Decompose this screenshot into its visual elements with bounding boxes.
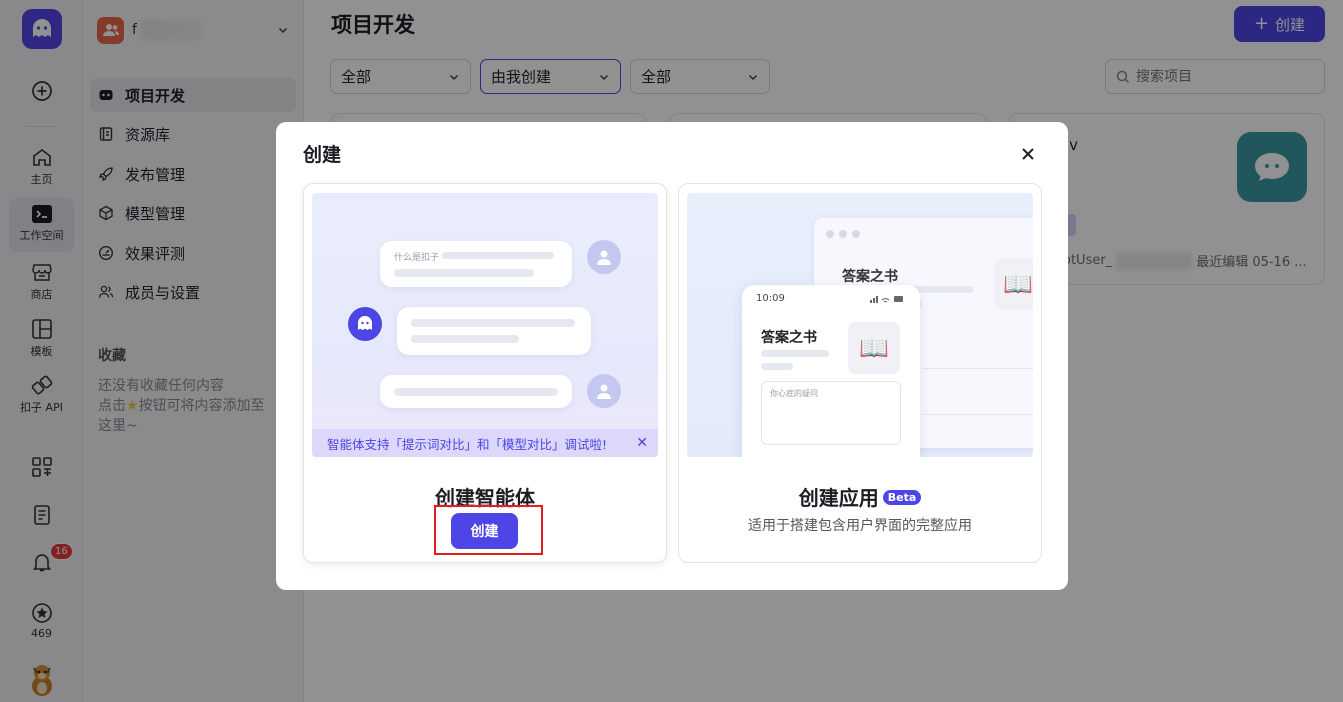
placeholder-bar [761,350,829,357]
window-dot [839,230,847,238]
phone-book-title: 答案之书 [761,330,817,346]
book-icon: 📖 [994,258,1033,310]
close-icon[interactable] [1016,142,1040,166]
chat-bubble [380,375,572,408]
bot-avatar-icon [348,307,382,341]
user-avatar-icon [587,240,621,274]
agent-illustration: 什么是扣子 智能体支持「提示词对比」和「模型对比」调试啦! ✕ [312,193,658,457]
create-app-description: 适用于搭建包含用户界面的完整应用 [748,518,972,534]
question-input-mock: 你心底的疑问 [761,381,901,445]
phone-time: 10:09 [756,293,785,304]
feature-tip-text: 智能体支持「提示词对比」和「模型对比」调试啦! [327,436,608,452]
chat-bubble [397,307,591,355]
create-app-option[interactable]: 答案之书 📖 10:09 答案之书 📖 你心底的疑问 创建应用 Beta 适用于搭… [678,183,1042,563]
status-bar-icons [870,296,903,303]
create-app-title: 创建应用 Beta [679,482,1041,511]
book-icon: 📖 [848,322,900,374]
create-app-title-text: 创建应用 [798,486,879,510]
placeholder-bar [411,319,575,327]
question-placeholder: 你心底的疑问 [770,389,818,398]
divider [922,414,1033,415]
chat-bubble: 什么是扣子 [380,241,572,287]
bubble-question: 什么是扣子 [394,253,440,263]
app-illustration: 答案之书 📖 10:09 答案之书 📖 你心底的疑问 [687,193,1033,457]
placeholder-bar [394,388,558,396]
dialog-title: 创建 [303,144,342,166]
create-agent-option[interactable]: 什么是扣子 智能体支持「提示词对比」和「模型对比」调试啦! ✕ 创建智能体 创建 [303,183,667,563]
window-dot [852,230,860,238]
phone-mock: 10:09 答案之书 📖 你心底的疑问 [742,285,920,457]
placeholder-bar [442,252,554,259]
create-agent-button[interactable]: 创建 [451,513,518,549]
placeholder-bar [394,269,534,277]
divider [922,368,1033,369]
placeholder-bar [411,335,519,343]
user-avatar-icon [587,374,621,408]
window-dot [826,230,834,238]
feature-tip-banner: 智能体支持「提示词对比」和「模型对比」调试啦! ✕ [312,429,658,457]
beta-badge: Beta [882,490,922,505]
tip-close-icon[interactable]: ✕ [636,435,648,451]
create-dialog: 创建 什么是扣子 智能体支持「提示词对比」和「模型对比」调试啦! ✕ 创建智能体… [276,122,1068,590]
placeholder-bar [761,363,793,370]
window-book-title: 答案之书 [842,269,898,285]
